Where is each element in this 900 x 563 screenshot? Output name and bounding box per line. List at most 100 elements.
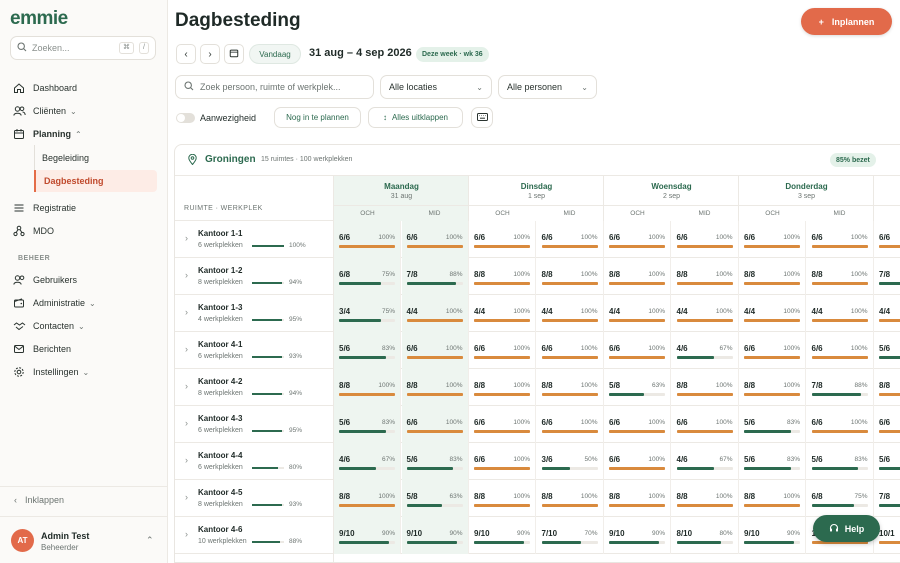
slot-cell[interactable]: 7/8 xyxy=(874,258,900,295)
slot-cell[interactable]: 4/6 67% xyxy=(672,332,739,369)
keyboard-button[interactable] xyxy=(471,107,493,128)
expand-chevron-icon[interactable]: › xyxy=(185,381,188,391)
expand-chevron-icon[interactable]: › xyxy=(185,270,188,280)
slot-cell[interactable]: 8/8 100% xyxy=(739,480,806,517)
slot-cell[interactable]: 6/6 100% xyxy=(537,332,604,369)
slot-cell[interactable]: 7/8 88% xyxy=(401,258,469,295)
slot-cell[interactable]: 5/6 83% xyxy=(334,332,401,369)
sidebar-item-planning[interactable]: Planning ⌃ xyxy=(12,127,158,141)
location-select[interactable]: Alle locaties ⌄ xyxy=(380,75,492,99)
slot-cell[interactable]: 6/6 100% xyxy=(604,332,671,369)
slot-cell[interactable]: 6/8 75% xyxy=(334,258,401,295)
slot-cell[interactable]: 6/6 xyxy=(874,406,900,443)
slot-cell[interactable]: 4/4 xyxy=(874,295,900,332)
slot-cell[interactable]: 8/8 100% xyxy=(672,369,739,406)
sidebar-item-gebruikers[interactable]: Gebruikers xyxy=(12,273,158,287)
slot-cell[interactable]: 8/8 100% xyxy=(469,480,536,517)
slot-cell[interactable]: 4/4 100% xyxy=(672,295,739,332)
slot-cell[interactable]: 6/6 100% xyxy=(739,332,806,369)
table-row[interactable]: › Kantoor 1-3 4 werkplekken 95% 3/4 75% 4/4 100… xyxy=(175,295,900,332)
table-row[interactable]: › Kantoor 4-3 6 werkplekken 95% 5/6 83% 6/6 100… xyxy=(175,406,900,443)
presence-toggle[interactable] xyxy=(176,113,195,123)
slot-cell[interactable]: 4/4 100% xyxy=(537,295,604,332)
avatar[interactable]: AT xyxy=(11,529,34,552)
slot-cell[interactable]: 4/4 100% xyxy=(739,295,806,332)
sidebar-item-mdo[interactable]: MDO xyxy=(12,224,158,238)
slot-cell[interactable]: 9/10 90% xyxy=(401,517,469,554)
slot-cell[interactable]: 9/10 90% xyxy=(334,517,401,554)
slot-cell[interactable]: 6/6 100% xyxy=(604,406,671,443)
sidebar-search[interactable]: Zoeken... ⌘ / xyxy=(10,36,156,60)
slot-cell[interactable]: 8/8 100% xyxy=(604,480,671,517)
slot-cell[interactable]: 4/4 100% xyxy=(604,295,671,332)
slot-cell[interactable]: 4/4 100% xyxy=(807,295,874,332)
sidebar-item-registratie[interactable]: Registratie xyxy=(12,201,158,215)
slot-cell[interactable]: 6/6 100% xyxy=(401,221,469,258)
slot-cell[interactable]: 6/6 100% xyxy=(401,406,469,443)
sidebar-subitem-begeleiding[interactable]: Begeleiding xyxy=(34,147,157,169)
slot-cell[interactable]: 7/10 70% xyxy=(537,517,604,554)
table-row[interactable]: › Kantoor 1-2 8 werkplekken 94% 6/8 75% 7/8 88%… xyxy=(175,258,900,295)
slot-cell[interactable]: 8/8 100% xyxy=(537,258,604,295)
table-row[interactable]: › Kantoor 4-6 10 werkplekken 88% 9/10 90% 9/10… xyxy=(175,517,900,554)
slot-cell[interactable]: 8/8 100% xyxy=(672,258,739,295)
slot-cell[interactable]: 5/6 83% xyxy=(334,406,401,443)
expand-all-button[interactable]: ↕ Alles uitklappen xyxy=(368,107,463,128)
slot-cell[interactable]: 6/6 100% xyxy=(672,221,739,258)
plan-button[interactable]: + Inplannen xyxy=(801,8,892,35)
sidebar-item-instellingen[interactable]: Instellingen ⌄ xyxy=(12,365,158,379)
slot-cell[interactable]: 7/8 xyxy=(874,480,900,517)
slot-cell[interactable]: 6/6 xyxy=(874,221,900,258)
help-button[interactable]: Help xyxy=(813,515,880,542)
slot-cell[interactable]: 6/6 100% xyxy=(469,406,536,443)
table-row[interactable]: ›Kantoor 4-7 xyxy=(175,554,900,562)
slot-cell[interactable]: 6/6 100% xyxy=(604,443,671,480)
date-picker-button[interactable] xyxy=(224,44,244,64)
slot-cell[interactable]: 5/6 xyxy=(874,443,900,480)
slot-cell[interactable]: 6/6 100% xyxy=(537,221,604,258)
slot-cell[interactable]: 8/8 100% xyxy=(469,369,536,406)
slot-cell[interactable]: 8/10 80% xyxy=(672,517,739,554)
slot-cell[interactable]: 6/6 100% xyxy=(739,221,806,258)
slot-cell[interactable]: 8/8 xyxy=(874,369,900,406)
slot-cell[interactable]: 6/6 100% xyxy=(604,221,671,258)
person-select[interactable]: Alle personen ⌄ xyxy=(498,75,597,99)
today-button[interactable]: Vandaag xyxy=(249,44,301,64)
slot-cell[interactable]: 8/8 100% xyxy=(334,480,401,517)
slot-cell[interactable]: 4/6 67% xyxy=(672,443,739,480)
slot-cell[interactable]: 7/8 88% xyxy=(807,369,874,406)
slot-cell[interactable]: 5/6 83% xyxy=(807,443,874,480)
table-row[interactable]: › Kantoor 4-4 6 werkplekken 80% 4/6 67% 5/6 83%… xyxy=(175,443,900,480)
sidebar-item-contacten[interactable]: Contacten ⌄ xyxy=(12,319,158,333)
slot-cell[interactable]: 6/6 100% xyxy=(807,332,874,369)
slot-cell[interactable]: 9/10 90% xyxy=(739,517,806,554)
sidebar-item-clienten[interactable]: Cliënten ⌄ xyxy=(12,104,158,118)
table-row[interactable]: › Kantoor 4-1 6 werkplekken 93% 5/6 83% 6/6 100… xyxy=(175,332,900,369)
sidebar-item-dashboard[interactable]: Dashboard xyxy=(12,81,158,95)
slot-cell[interactable]: 6/6 100% xyxy=(537,406,604,443)
slot-cell[interactable]: 5/6 83% xyxy=(739,443,806,480)
slot-cell[interactable]: 3/6 50% xyxy=(537,443,604,480)
expand-chevron-icon[interactable]: › xyxy=(185,418,188,428)
table-row[interactable]: › Kantoor 4-5 8 werkplekken 93% 8/8 100% 5/8 63… xyxy=(175,480,900,517)
slot-cell[interactable]: 6/6 100% xyxy=(334,221,401,258)
slot-cell[interactable]: 6/6 100% xyxy=(807,221,874,258)
slot-cell[interactable]: 9/10 90% xyxy=(604,517,671,554)
slot-cell[interactable]: 8/8 100% xyxy=(807,258,874,295)
slot-cell[interactable]: 5/8 63% xyxy=(604,369,671,406)
slot-cell[interactable]: 8/8 100% xyxy=(469,258,536,295)
slot-cell[interactable]: 5/6 83% xyxy=(401,443,469,480)
slot-cell[interactable]: 5/6 xyxy=(874,332,900,369)
slot-cell[interactable]: 5/6 83% xyxy=(739,406,806,443)
table-row[interactable]: › Kantoor 4-2 8 werkplekken 94% 8/8 100% 8/8 10… xyxy=(175,369,900,406)
slot-cell[interactable]: 8/8 100% xyxy=(672,480,739,517)
slot-cell[interactable]: 3/4 75% xyxy=(334,295,401,332)
chevron-up-icon[interactable]: ⌃ xyxy=(146,535,154,546)
expand-chevron-icon[interactable]: › xyxy=(185,307,188,317)
slot-cell[interactable]: 6/6 100% xyxy=(469,443,536,480)
slot-cell[interactable]: 4/4 100% xyxy=(401,295,469,332)
slot-cell[interactable]: 8/8 100% xyxy=(739,258,806,295)
slot-cell[interactable]: 5/8 63% xyxy=(401,480,469,517)
slot-cell[interactable]: 6/6 100% xyxy=(672,406,739,443)
slot-cell[interactable]: 8/8 100% xyxy=(401,369,469,406)
